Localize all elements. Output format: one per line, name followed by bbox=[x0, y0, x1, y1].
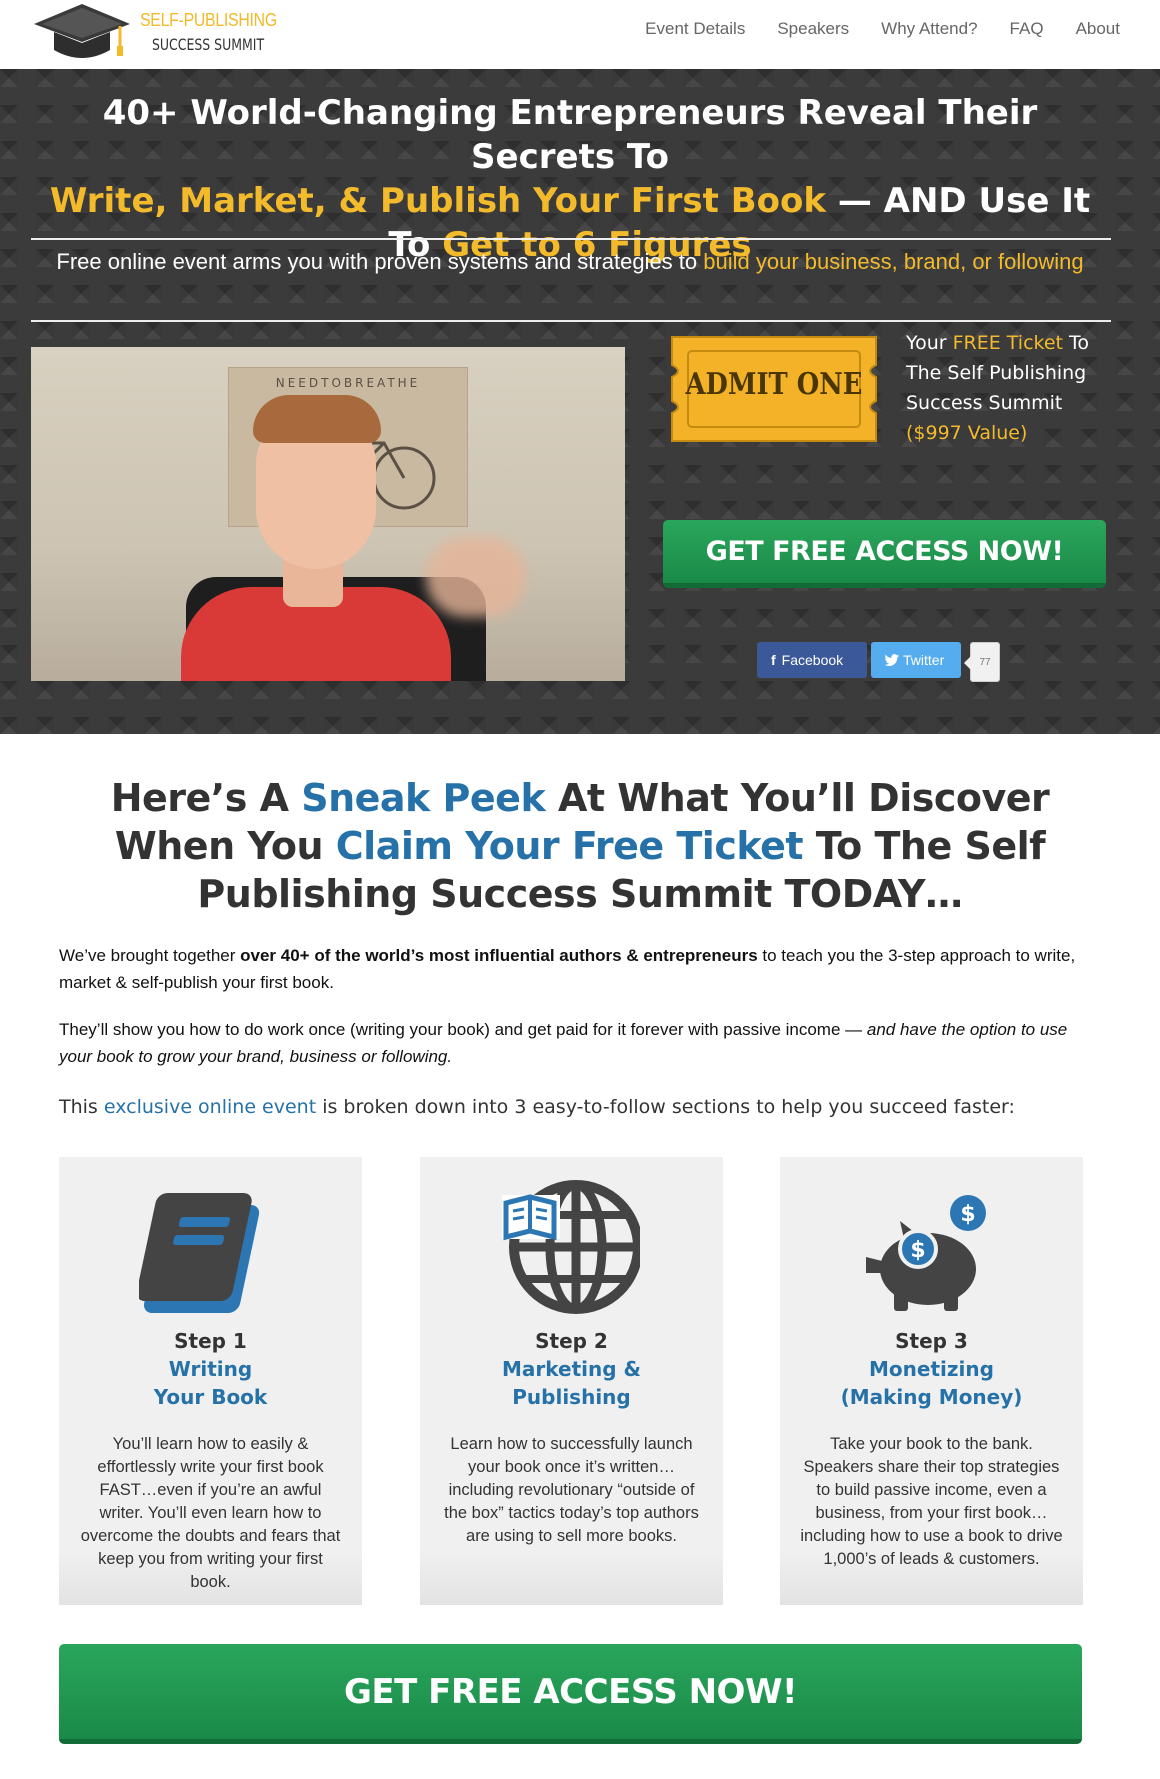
title-highlight: Sneak Peek bbox=[301, 776, 546, 820]
get-free-access-bottom-button[interactable]: GET FREE ACCESS NOW! bbox=[59, 1644, 1082, 1744]
share-count: 77 bbox=[964, 642, 1000, 682]
title-part: Here’s A bbox=[110, 776, 302, 820]
step-description: Learn how to successfully launch your bo… bbox=[444, 1435, 699, 1545]
svg-text:$: $ bbox=[960, 1202, 975, 1227]
nav-speakers[interactable]: Speakers bbox=[777, 19, 849, 39]
title-highlight: Claim Your Free Ticket bbox=[335, 824, 804, 868]
subheadline-text: Free online event arms you with proven s… bbox=[56, 249, 704, 274]
hero-section: 40+ World-Changing Entrepreneurs Reveal … bbox=[0, 69, 1160, 734]
para-bold: over 40+ of the world’s most influential… bbox=[240, 946, 758, 965]
step-title-line-2: (Making Money) bbox=[840, 1385, 1023, 1409]
facebook-share-button[interactable]: f Facebook bbox=[757, 642, 867, 678]
nav-faq[interactable]: FAQ bbox=[1010, 19, 1044, 39]
para-text: This bbox=[59, 1096, 104, 1118]
admit-one-ticket: ADMIT ONE bbox=[664, 331, 884, 447]
logo-line-2: SUCCESS SUMMIT bbox=[152, 35, 265, 54]
sections-paragraph: This exclusive online event is broken do… bbox=[59, 1094, 1099, 1121]
get-free-access-button[interactable]: GET FREE ACCESS NOW! bbox=[663, 520, 1106, 588]
site-header: SELF-PUBLISHING SUCCESS SUMMIT Event Det… bbox=[0, 0, 1160, 69]
step-title-line-2: Publishing bbox=[512, 1385, 631, 1409]
step-title-line-2: Your Book bbox=[153, 1385, 268, 1409]
passive-income-paragraph: They’ll show you how to do work once (wr… bbox=[59, 1016, 1099, 1070]
globe-book-icon bbox=[502, 1180, 640, 1314]
ticket-caption: Your FREE Ticket To The Self Publishing … bbox=[906, 328, 1096, 448]
twitter-icon bbox=[884, 654, 899, 667]
ticket-caption-highlight: FREE Ticket bbox=[952, 332, 1064, 354]
step-description: Take your book to the bank. Speakers sha… bbox=[800, 1435, 1063, 1568]
section-title: Here’s A Sneak Peek At What You’ll Disco… bbox=[50, 774, 1110, 918]
step-number: Step 2 bbox=[535, 1329, 608, 1353]
step-number: Step 1 bbox=[174, 1329, 247, 1353]
step-number: Step 3 bbox=[895, 1329, 968, 1353]
logo-line-1: SELF-PUBLISHING bbox=[140, 10, 277, 30]
divider bbox=[31, 238, 1111, 240]
site-logo[interactable]: SELF-PUBLISHING SUCCESS SUMMIT bbox=[32, 2, 277, 64]
ticket-value: ($997 Value) bbox=[906, 422, 1028, 444]
para-text: is broken down into 3 easy-to-follow sec… bbox=[316, 1096, 1015, 1118]
step-card-1: Step 1 Writing Your Book You’ll learn ho… bbox=[59, 1157, 362, 1605]
headline-part-1: 40+ World-Changing Entrepreneurs Reveal … bbox=[102, 93, 1038, 177]
hero-headline: 40+ World-Changing Entrepreneurs Reveal … bbox=[30, 91, 1110, 267]
book-icon bbox=[139, 1193, 260, 1313]
piggy-bank-icon: $ $ bbox=[866, 1195, 986, 1311]
intro-paragraph: We’ve brought together over 40+ of the w… bbox=[59, 942, 1099, 996]
main-nav: Event Details Speakers Why Attend? FAQ A… bbox=[613, 19, 1120, 39]
step-title-line-1: Writing bbox=[168, 1357, 253, 1381]
nav-about[interactable]: About bbox=[1076, 19, 1120, 39]
step-card-3: $ $ Step 3 Monetizing (Making Money) Tak… bbox=[780, 1157, 1083, 1605]
ticket-label: ADMIT ONE bbox=[685, 367, 863, 402]
facebook-icon: f bbox=[771, 652, 776, 668]
subheadline-highlight: build your business, brand, or following bbox=[703, 249, 1084, 274]
facebook-label: Facebook bbox=[781, 652, 844, 668]
headline-highlight-1: Write, Market, & Publish Your First Book bbox=[49, 181, 826, 221]
nav-event-details[interactable]: Event Details bbox=[645, 19, 745, 39]
nav-why-attend[interactable]: Why Attend? bbox=[881, 19, 977, 39]
video-player[interactable]: NEEDTOBREATHE bbox=[31, 347, 625, 681]
hero-subheadline: Free online event arms you with proven s… bbox=[30, 247, 1110, 277]
step-description: You’ll learn how to easily & effortlessl… bbox=[80, 1435, 341, 1591]
graduation-cap-icon bbox=[34, 4, 130, 58]
step-title-line-1: Marketing & bbox=[502, 1357, 641, 1381]
exclusive-event-link[interactable]: exclusive online event bbox=[104, 1096, 316, 1118]
presenter-hair bbox=[253, 395, 381, 443]
para-text: They’ll show you how to do work once (wr… bbox=[59, 1020, 867, 1039]
twitter-share-button[interactable]: Twitter bbox=[871, 642, 961, 678]
ticket-caption-text: Your bbox=[906, 332, 953, 354]
twitter-label: Twitter bbox=[903, 652, 945, 668]
para-text: We’ve brought together bbox=[59, 946, 241, 965]
step-title-line-1: Monetizing bbox=[869, 1357, 994, 1381]
poster-text: NEEDTOBREATHE bbox=[275, 376, 421, 390]
presenter-hand bbox=[426, 537, 526, 617]
divider bbox=[31, 320, 1111, 322]
step-card-2: Step 2 Marketing & Publishing Learn how … bbox=[420, 1157, 723, 1605]
svg-text:$: $ bbox=[910, 1238, 925, 1263]
